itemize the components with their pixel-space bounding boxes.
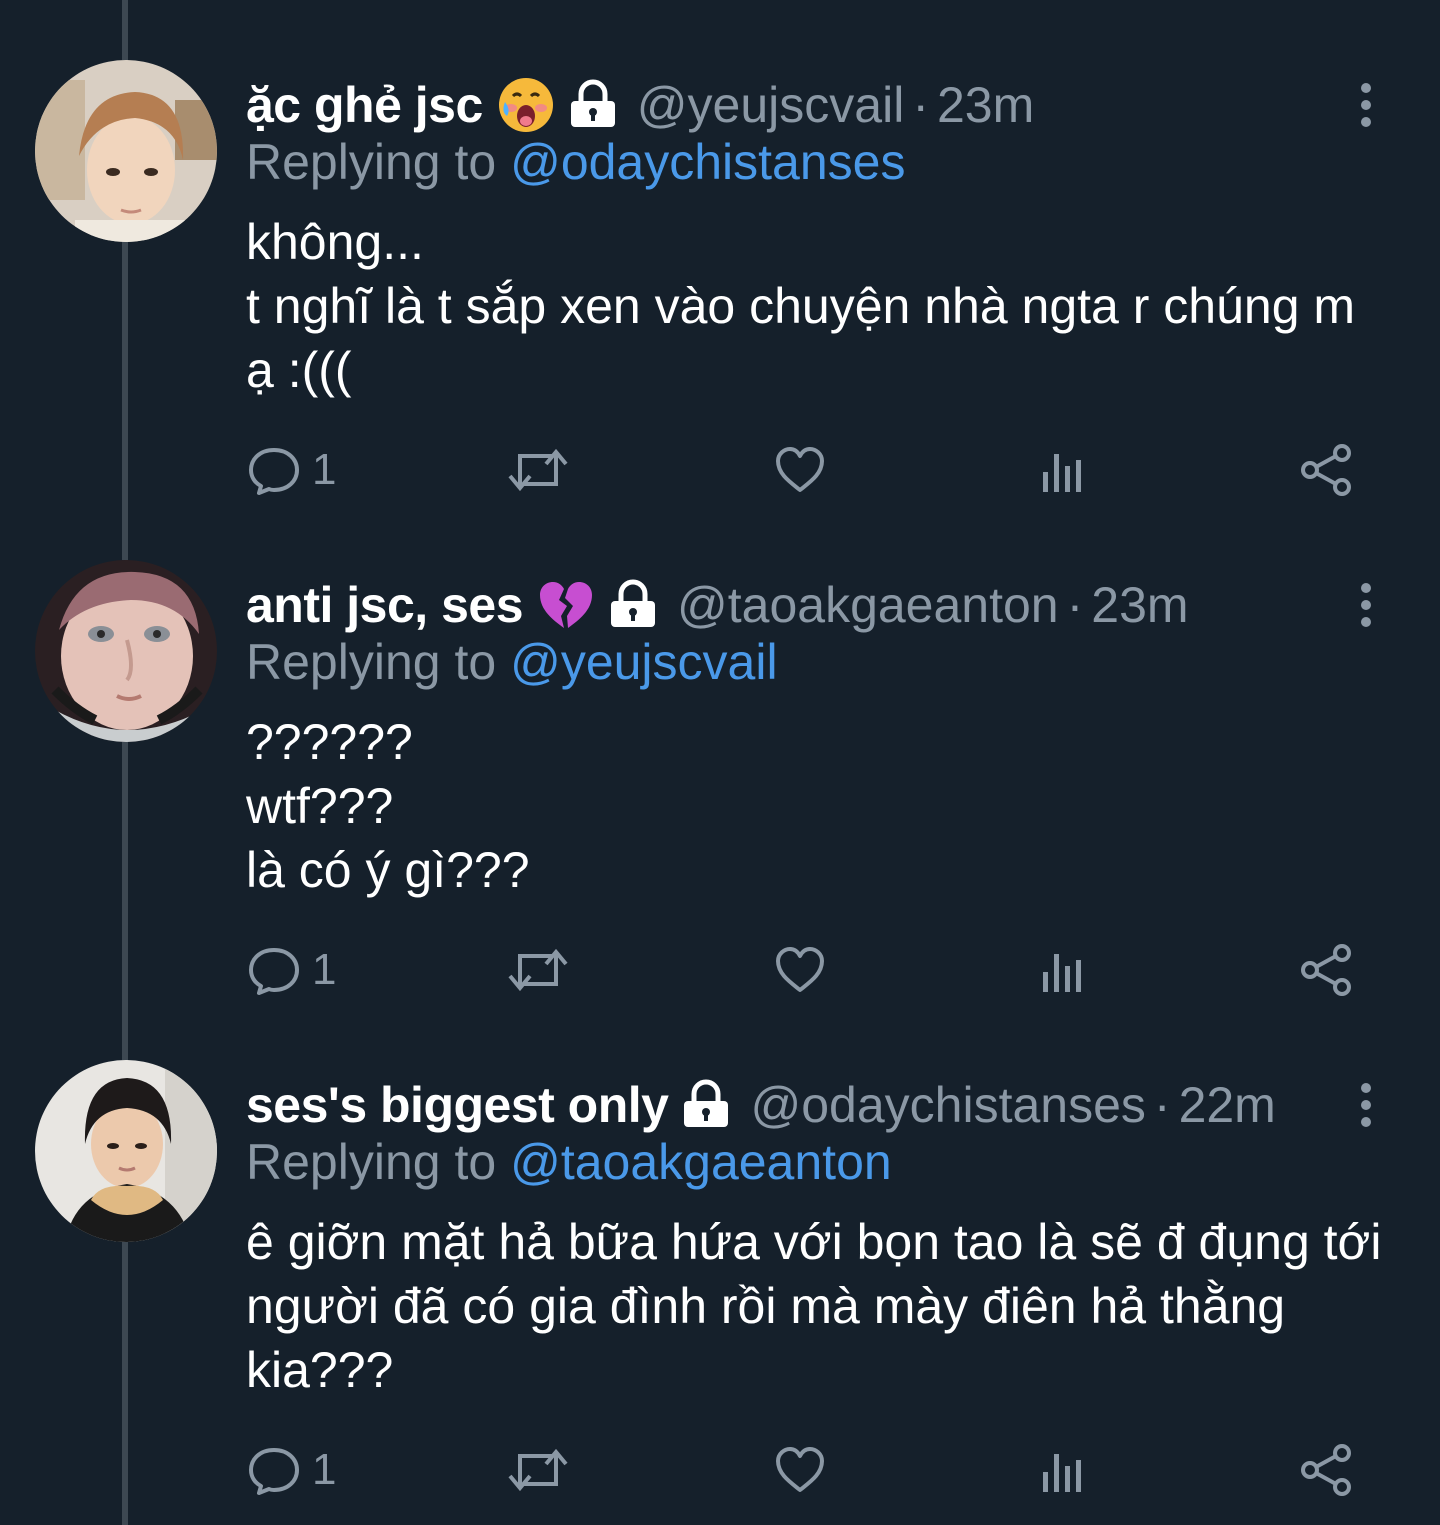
replying-label: Replying to <box>246 134 497 190</box>
lock-icon <box>565 77 621 133</box>
share-button[interactable] <box>1298 440 1354 500</box>
replying-label: Replying to <box>246 1134 497 1190</box>
tweet[interactable]: ses's biggest only @odaychistanses · 22m <box>0 1060 1440 1525</box>
heart-icon <box>776 947 824 992</box>
retweet-icon <box>508 1448 568 1492</box>
reply-button[interactable]: 1 <box>246 1440 336 1500</box>
tweet-actions: 1 <box>246 940 1366 1000</box>
reply-icon <box>249 1448 299 1495</box>
retweet-icon <box>508 948 568 992</box>
replying-to: Replying to @taoakgaeanton <box>246 1130 892 1194</box>
views-button[interactable] <box>1040 940 1086 1000</box>
mention-link[interactable]: @odaychistanses <box>510 134 905 190</box>
views-button[interactable] <box>1040 1440 1086 1500</box>
tweet[interactable]: anti jsc, ses @taoakgaeanton · 23m Reply… <box>0 560 1440 1060</box>
tweet-text: ê giỡn mặt hả bữa hứa với bọn tao là sẽ … <box>246 1214 1382 1398</box>
tweet-text: ?????? wtf??? là có ý gì??? <box>246 714 530 898</box>
share-icon <box>1301 944 1351 996</box>
like-button[interactable] <box>772 940 828 1000</box>
separator-dot: · <box>1066 577 1084 633</box>
mention-link[interactable]: @taoakgaeanton <box>510 1134 892 1190</box>
lock-icon <box>678 1077 734 1133</box>
mention-link[interactable]: @yeujscvail <box>510 634 778 690</box>
share-icon <box>1301 1444 1351 1496</box>
avatar[interactable] <box>35 560 217 742</box>
reply-count: 1 <box>312 445 337 494</box>
replying-to: Replying to @yeujscvail <box>246 630 778 694</box>
retweet-icon <box>508 448 568 492</box>
broken-heart-emoji-icon <box>537 576 595 634</box>
retweet-button[interactable] <box>506 940 570 1000</box>
replying-to: Replying to @odaychistanses <box>246 130 905 194</box>
reply-button[interactable]: 1 <box>246 440 336 500</box>
heart-icon <box>776 1447 824 1492</box>
reply-icon <box>249 948 299 995</box>
separator-dot: · <box>1153 1077 1171 1133</box>
tweet-text: không... t nghĩ là t sắp xen vào chuyện … <box>246 214 1356 398</box>
avatar[interactable] <box>35 60 217 242</box>
timestamp[interactable]: 23m <box>1091 570 1188 640</box>
share-icon <box>1301 444 1351 496</box>
retweet-button[interactable] <box>506 440 570 500</box>
analytics-icon <box>1043 954 1081 992</box>
timestamp[interactable]: 23m <box>937 70 1034 140</box>
analytics-icon <box>1043 1454 1081 1492</box>
face-with-open-mouth-sweat-emoji-icon <box>497 76 555 134</box>
separator-dot: · <box>912 77 929 133</box>
thread-line-top <box>122 0 128 60</box>
reply-count: 1 <box>312 1445 337 1494</box>
replying-label: Replying to <box>246 634 497 690</box>
lock-icon <box>605 577 661 633</box>
like-button[interactable] <box>772 1440 828 1500</box>
tweet-actions: 1 <box>246 440 1366 500</box>
reply-count: 1 <box>312 945 337 994</box>
tweet-actions: 1 <box>246 1440 1366 1500</box>
tweet[interactable]: ặc ghẻ jsc @yeujscvail · 23m Replying to… <box>0 60 1440 560</box>
views-button[interactable] <box>1040 440 1086 500</box>
reply-button[interactable]: 1 <box>246 940 336 1000</box>
share-button[interactable] <box>1298 1440 1354 1500</box>
reply-icon <box>249 448 299 495</box>
share-button[interactable] <box>1298 940 1354 1000</box>
more-options-icon[interactable] <box>1348 570 1384 640</box>
retweet-button[interactable] <box>506 1440 570 1500</box>
analytics-icon <box>1043 454 1081 492</box>
more-options-icon[interactable] <box>1348 70 1384 140</box>
avatar[interactable] <box>35 1060 217 1242</box>
timestamp[interactable]: 22m <box>1179 1070 1276 1140</box>
heart-icon <box>776 447 824 492</box>
like-button[interactable] <box>772 440 828 500</box>
timeline: ặc ghẻ jsc @yeujscvail · 23m Replying to… <box>0 0 1440 1525</box>
more-options-icon[interactable] <box>1348 1070 1384 1140</box>
